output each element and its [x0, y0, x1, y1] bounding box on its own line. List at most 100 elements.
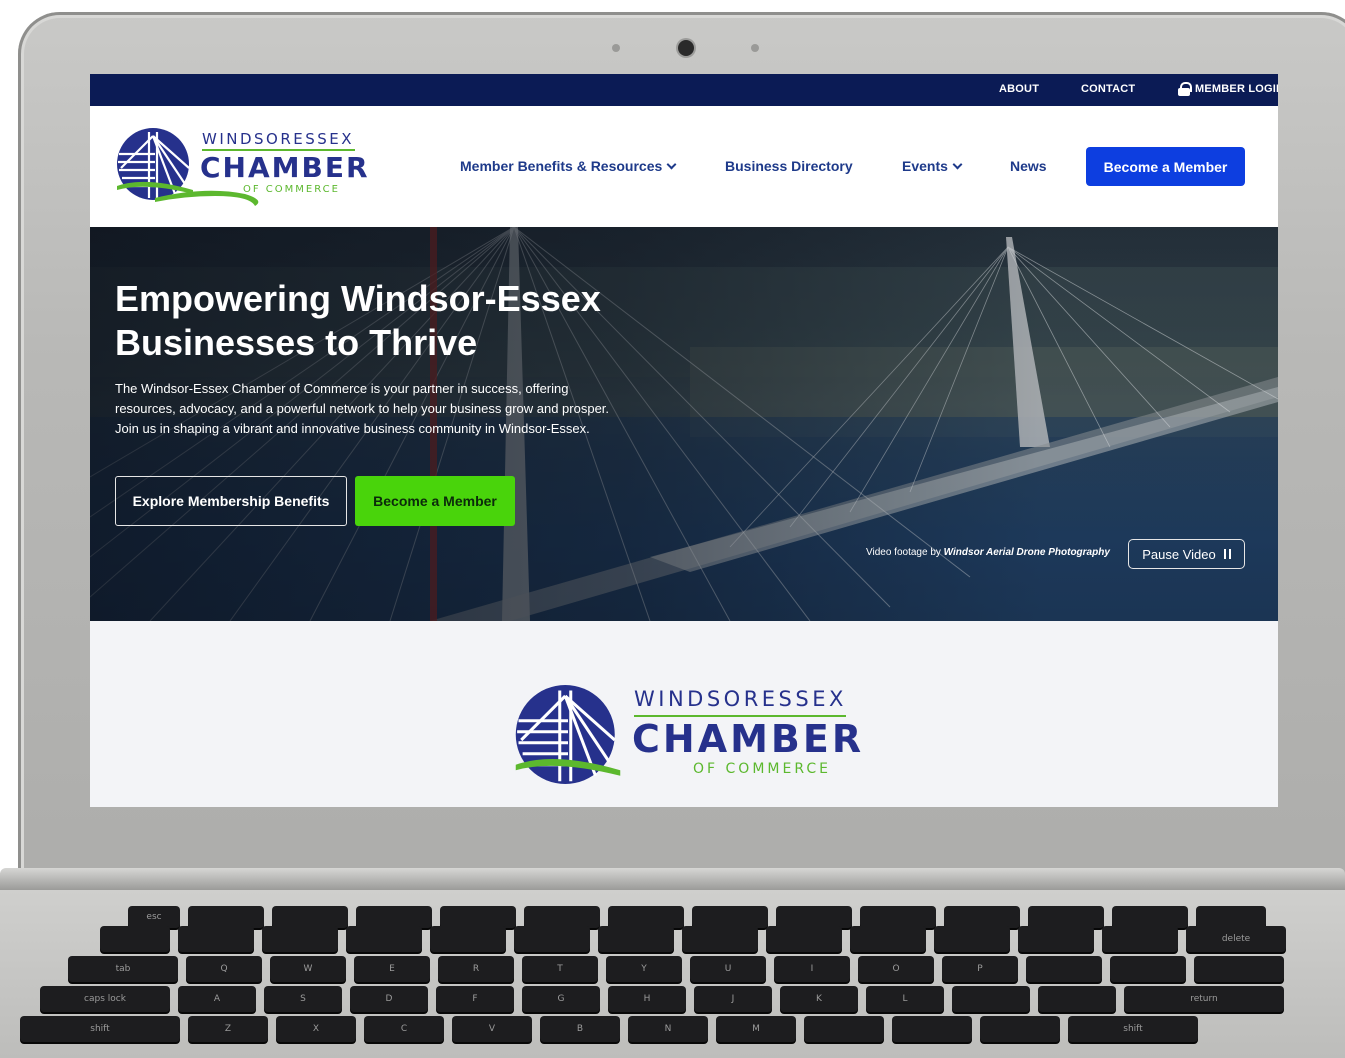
- logo-section: WINDSORESSEX CHAMBER OF COMMERCE: [90, 621, 1278, 807]
- key-k: K: [780, 986, 858, 1012]
- hero-title: Empowering Windsor-Essex Businesses to T…: [115, 278, 601, 363]
- key-delete: delete: [1186, 926, 1286, 952]
- key-f5: [524, 906, 600, 928]
- video-credit-name[interactable]: Windsor Aerial Drone Photography: [944, 547, 1110, 558]
- key-m: M: [716, 1016, 796, 1042]
- nav-events[interactable]: Events: [902, 158, 963, 174]
- nav-business-directory[interactable]: Business Directory: [725, 158, 853, 174]
- become-member-nav-button[interactable]: Become a Member: [1086, 147, 1245, 186]
- chamber-emblem-icon: [515, 685, 621, 784]
- key-4: [430, 926, 506, 952]
- key-f9: [860, 906, 936, 928]
- key-f2: [272, 906, 348, 928]
- key-plus: [1102, 926, 1178, 952]
- key-bracket-r: [1110, 956, 1186, 982]
- key-o: O: [858, 956, 934, 982]
- key-caps-lock: caps lock: [40, 986, 170, 1012]
- key-8: [766, 926, 842, 952]
- key-f3: [356, 906, 432, 928]
- key-tilde: [100, 926, 170, 952]
- chamber-logo-large: WINDSORESSEX CHAMBER OF COMMERCE: [513, 685, 861, 795]
- pause-video-button[interactable]: Pause Video: [1128, 539, 1245, 569]
- sensor-dot: [612, 44, 620, 52]
- key-s: S: [264, 986, 342, 1012]
- key-return: return: [1124, 986, 1284, 1012]
- video-credit: Video footage by Windsor Aerial Drone Ph…: [866, 547, 1110, 558]
- member-login-link[interactable]: MEMBER LOGIN: [1178, 82, 1278, 96]
- logo-swoosh: [155, 190, 259, 206]
- key-r: R: [438, 956, 514, 982]
- key-esc: esc: [128, 906, 180, 928]
- key-period: [892, 1016, 972, 1042]
- key-q: Q: [186, 956, 262, 982]
- key-comma: [804, 1016, 884, 1042]
- key-g: G: [522, 986, 600, 1012]
- key-f: F: [436, 986, 514, 1012]
- nav-business-directory-label: Business Directory: [725, 158, 853, 174]
- webcam-icon: [678, 40, 694, 56]
- logo-line-1: WINDSORESSEX: [202, 130, 355, 148]
- key-a: A: [178, 986, 256, 1012]
- key-p: P: [942, 956, 1018, 982]
- hero-section: Empowering Windsor-Essex Businesses to T…: [90, 227, 1278, 621]
- key-1: [178, 926, 254, 952]
- key-f8: [776, 906, 852, 928]
- key-7: [682, 926, 758, 952]
- lock-icon: [1178, 82, 1192, 96]
- key-backslash: [1194, 956, 1284, 982]
- key-f4: [440, 906, 516, 928]
- key-y: Y: [606, 956, 682, 982]
- key-semicolon: [952, 986, 1030, 1012]
- browser-screen: ABOUT CONTACT MEMBER LOGIN WINDSORESSEX …: [90, 74, 1278, 807]
- become-member-hero-button[interactable]: Become a Member: [355, 476, 515, 526]
- explore-membership-benefits-button[interactable]: Explore Membership Benefits: [115, 476, 347, 526]
- key-j: J: [694, 986, 772, 1012]
- key-e: E: [354, 956, 430, 982]
- logo-line-3: OF COMMERCE: [693, 761, 831, 777]
- key-d: D: [350, 986, 428, 1012]
- nav-events-label: Events: [902, 158, 948, 174]
- member-login-label: MEMBER LOGIN: [1195, 83, 1278, 95]
- key-5: [514, 926, 590, 952]
- key-6: [598, 926, 674, 952]
- logo-line-2: CHAMBER: [632, 717, 865, 761]
- chamber-logo[interactable]: WINDSORESSEX CHAMBER OF COMMERCE: [115, 126, 368, 206]
- sensor-dot: [751, 44, 759, 52]
- key-0: [934, 926, 1010, 952]
- contact-link[interactable]: CONTACT: [1081, 83, 1135, 95]
- chevron-down-icon: [666, 159, 677, 169]
- key-n: N: [628, 1016, 708, 1042]
- key-l: L: [866, 986, 944, 1012]
- logo-line-1: WINDSORESSEX: [634, 687, 847, 711]
- key-h: H: [608, 986, 686, 1012]
- nav-member-benefits[interactable]: Member Benefits & Resources: [460, 158, 677, 174]
- key-f11: [1028, 906, 1104, 928]
- key-slash: [980, 1016, 1060, 1042]
- key-z: Z: [188, 1016, 268, 1042]
- key-i: I: [774, 956, 850, 982]
- key-quote: [1038, 986, 1116, 1012]
- key-x: X: [276, 1016, 356, 1042]
- key-f6: [608, 906, 684, 928]
- key-9: [850, 926, 926, 952]
- hero-description: The Windsor-Essex Chamber of Commerce is…: [115, 381, 610, 436]
- chevron-down-icon: [952, 159, 963, 169]
- video-credit-prefix: Video footage by: [866, 547, 941, 558]
- nav-member-benefits-label: Member Benefits & Resources: [460, 158, 663, 174]
- key-b: B: [540, 1016, 620, 1042]
- pause-video-label: Pause Video: [1142, 546, 1216, 562]
- nav-news[interactable]: News: [1010, 158, 1047, 174]
- key-shift-right: shift: [1068, 1016, 1198, 1042]
- logo-line-2: CHAMBER: [200, 151, 370, 184]
- about-link[interactable]: ABOUT: [999, 83, 1039, 95]
- key-v: V: [452, 1016, 532, 1042]
- utility-bar: ABOUT CONTACT MEMBER LOGIN: [90, 74, 1278, 106]
- key-eject: [1196, 906, 1266, 928]
- key-f10: [944, 906, 1020, 928]
- key-f12: [1112, 906, 1188, 928]
- key-f7: [692, 906, 768, 928]
- nav-news-label: News: [1010, 158, 1047, 174]
- key-minus: [1018, 926, 1094, 952]
- key-t: T: [522, 956, 598, 982]
- key-w: W: [270, 956, 346, 982]
